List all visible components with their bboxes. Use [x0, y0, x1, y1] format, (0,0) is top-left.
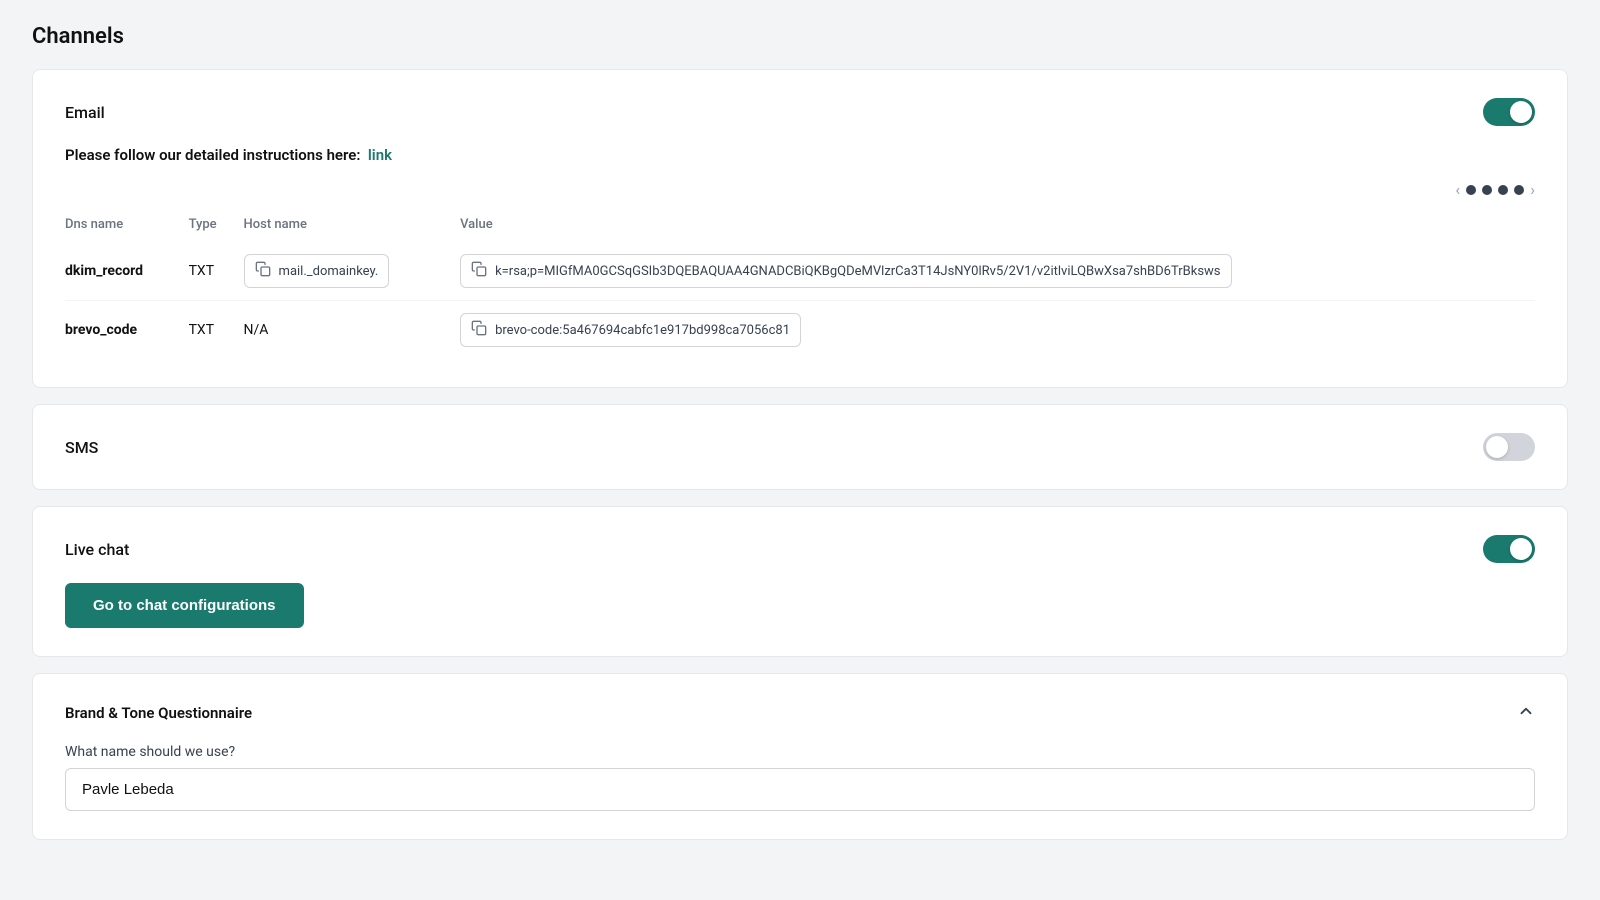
email-card-header: Email	[65, 98, 1535, 126]
email-card: Email Please follow our detailed instruc…	[32, 69, 1568, 388]
email-label: Email	[65, 103, 105, 122]
value-copy-field-1[interactable]: k=rsa;p=MIGfMA0GCSqGSIb3DQEBAQUAA4GNADCB…	[460, 254, 1231, 288]
type-cell-2: TXT	[189, 301, 244, 360]
brand-tone-card: Brand & Tone Questionnaire What name sho…	[32, 673, 1568, 840]
value-text-1: k=rsa;p=MIGfMA0GCSqGSIb3DQEBAQUAA4GNADCB…	[495, 264, 1220, 279]
brand-body: What name should we use?	[65, 744, 1535, 811]
copy-icon-2	[471, 261, 487, 281]
copy-icon-1	[255, 261, 271, 281]
email-toggle[interactable]	[1483, 98, 1535, 126]
col-dns-name: Dns name	[65, 211, 189, 242]
col-host-name: Host name	[244, 211, 461, 242]
value-copy-field-2[interactable]: brevo-code:5a467694cabfc1e917bd998ca7056…	[460, 313, 801, 347]
name-field-label: What name should we use?	[65, 744, 1535, 760]
pagination-next[interactable]: ›	[1530, 180, 1535, 199]
pagination-row: ‹ ›	[65, 180, 1535, 199]
pagination-dot-2	[1482, 185, 1492, 195]
host-name-cell-2: N/A	[244, 301, 461, 360]
copy-icon-3	[471, 320, 487, 340]
pagination-dot-3	[1498, 185, 1508, 195]
brand-title: Brand & Tone Questionnaire	[65, 704, 252, 722]
col-value: Value	[460, 211, 1535, 242]
value-cell-2: brevo-code:5a467694cabfc1e917bd998ca7056…	[460, 301, 1535, 360]
table-row: brevo_code TXT N/A brevo-code:5a467694ca…	[65, 301, 1535, 360]
livechat-card-header: Live chat	[65, 535, 1535, 563]
value-cell: k=rsa;p=MIGfMA0GCSqGSIb3DQEBAQUAA4GNADCB…	[460, 242, 1535, 301]
pagination-prev[interactable]: ‹	[1455, 180, 1460, 199]
dns-name-cell: dkim_record	[65, 242, 189, 301]
livechat-toggle[interactable]	[1483, 535, 1535, 563]
host-value-1: mail._domainkey.	[279, 264, 379, 279]
sms-card: SMS	[32, 404, 1568, 490]
instructions-link[interactable]: link	[368, 146, 392, 164]
sms-label: SMS	[65, 438, 98, 457]
dns-name-cell-2: brevo_code	[65, 301, 189, 360]
page-title: Channels	[32, 24, 1568, 49]
pagination-dot-1	[1466, 185, 1476, 195]
value-text-2: brevo-code:5a467694cabfc1e917bd998ca7056…	[495, 323, 790, 338]
livechat-label: Live chat	[65, 540, 129, 559]
sms-card-header: SMS	[65, 433, 1535, 461]
col-type: Type	[189, 211, 244, 242]
brand-header[interactable]: Brand & Tone Questionnaire	[65, 702, 1535, 724]
type-cell: TXT	[189, 242, 244, 301]
host-name-cell: mail._domainkey.	[244, 242, 461, 301]
chat-config-button[interactable]: Go to chat configurations	[65, 583, 304, 628]
sms-toggle[interactable]	[1483, 433, 1535, 461]
livechat-card: Live chat Go to chat configurations	[32, 506, 1568, 657]
chevron-up-icon	[1517, 702, 1535, 724]
dns-table: Dns name Type Host name Value dkim_recor…	[65, 211, 1535, 359]
name-field-input[interactable]	[65, 768, 1535, 811]
host-copy-field-1[interactable]: mail._domainkey.	[244, 254, 390, 288]
instructions-text: Please follow our detailed instructions …	[65, 146, 1535, 164]
table-row: dkim_record TXT mail._domainkey.	[65, 242, 1535, 301]
pagination-dot-4	[1514, 185, 1524, 195]
